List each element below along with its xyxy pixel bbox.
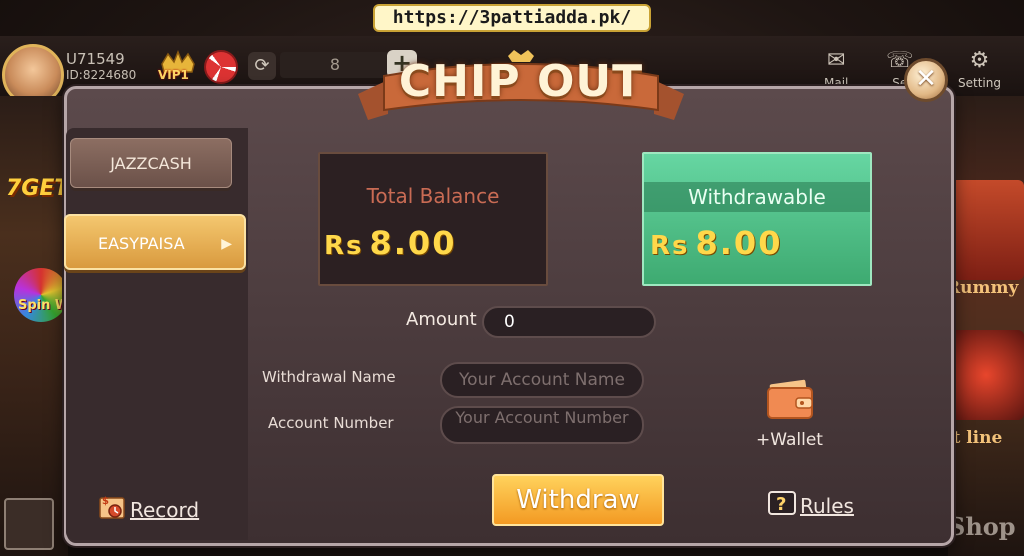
close-icon: ✕: [915, 64, 937, 94]
background-right-panel: [948, 96, 1024, 556]
dialog-title: CHIP OUT: [398, 56, 644, 107]
currency-symbol: Rs: [324, 231, 364, 261]
total-balance-amount: Rs 8.00: [324, 224, 456, 262]
record-label: Record: [130, 498, 200, 522]
withdrawable-label: Withdrawable: [644, 182, 870, 212]
account-number-input[interactable]: [442, 408, 642, 442]
total-balance-card: Total Balance Rs 8.00: [318, 152, 548, 286]
close-button[interactable]: ✕: [904, 58, 948, 102]
tab-easypaisa[interactable]: EASYPAISA ▶: [64, 214, 246, 270]
setting-label: Setting: [958, 76, 1001, 90]
withdrawal-name-label: Withdrawal Name: [262, 368, 396, 386]
svg-text:$: $: [102, 496, 109, 507]
chevron-right-icon: ▶: [221, 236, 232, 252]
add-wallet-button[interactable]: +Wallet: [756, 430, 823, 450]
fruit-line-label: it line: [946, 428, 1003, 448]
account-number-label: Account Number: [268, 414, 394, 432]
vip-badge: VIP1: [158, 68, 189, 82]
mail-button[interactable]: ✉ Mail: [824, 48, 848, 90]
spin-wheel-tile[interactable]: [14, 268, 68, 322]
refresh-icon[interactable]: ⟳: [248, 52, 276, 80]
withdraw-button[interactable]: Withdraw: [492, 474, 664, 526]
total-balance-label: Total Balance: [366, 184, 500, 208]
withdrawal-name-input[interactable]: [442, 364, 642, 396]
fruit-line-tile[interactable]: [948, 330, 1024, 420]
rummy-tile[interactable]: [948, 180, 1024, 280]
total-balance-value: 8.00: [369, 224, 457, 262]
account-number-field[interactable]: [440, 406, 644, 444]
withdrawable-amount: Rs 8.00: [650, 224, 782, 262]
wallet-icon[interactable]: [766, 376, 816, 420]
setting-icon: ⚙: [969, 48, 990, 73]
payment-method-sidebar: [66, 128, 248, 540]
rules-label: Rules: [800, 494, 854, 518]
background-left-panel: [0, 96, 68, 556]
tab-easypaisa-label: EASYPAISA: [98, 234, 185, 253]
user-id-number: ID:8224680: [66, 68, 137, 82]
gift-icon[interactable]: [4, 498, 54, 550]
url-banner: https://3pattiadda.pk/: [373, 4, 651, 32]
withdrawal-name-field[interactable]: [440, 362, 644, 398]
withdrawable-card: Withdrawable Rs 8.00: [642, 152, 872, 286]
chip-icon: [204, 50, 238, 84]
withdrawable-value: 8.00: [695, 224, 783, 262]
svg-text:?: ?: [776, 494, 786, 515]
rummy-label: Rummy: [946, 278, 1019, 298]
rules-icon: ?: [768, 491, 796, 515]
user-id: U71549: [66, 50, 125, 68]
amount-input[interactable]: 0: [482, 306, 656, 338]
tab-jazzcash[interactable]: JAZZCASH: [70, 138, 232, 188]
record-icon: $: [99, 496, 125, 519]
currency-symbol: Rs: [650, 231, 690, 261]
amount-label: Amount: [406, 309, 477, 330]
setting-button[interactable]: ⚙ Setting: [958, 48, 1001, 90]
shop-label[interactable]: Shop: [948, 512, 1016, 541]
mail-icon: ✉: [826, 48, 846, 73]
